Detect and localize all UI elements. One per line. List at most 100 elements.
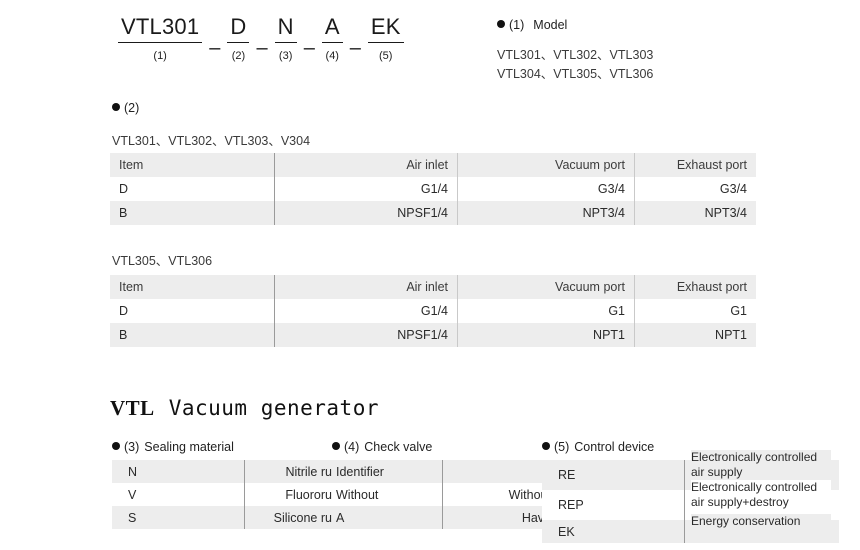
sealing-material-table: N Nitrile rubber V Fluororubber S Silico… xyxy=(112,460,365,529)
table-2-caption: VTL305、VTL306 xyxy=(112,254,213,268)
bullet-dot-icon xyxy=(332,442,340,450)
cell-vacuum-port: NPT3/4 xyxy=(457,201,635,225)
table-row: D G1/4 G3/4 G3/4 xyxy=(110,177,756,201)
code-segment-5-text: EK xyxy=(367,14,404,43)
code-separator-2: – xyxy=(256,37,268,59)
code-separator-3: – xyxy=(303,37,315,59)
cell-description-line-2: air supply xyxy=(691,465,831,480)
bullet-dot-icon xyxy=(542,442,550,450)
cell-description-line-1: Electronically controlled xyxy=(691,480,831,495)
part-number-row: VTL301 (1) – D (2) – N (3) – A (4) – EK … xyxy=(118,14,404,63)
table-row: S Silicone rubber xyxy=(112,506,365,529)
code-segment-2-text: D xyxy=(227,14,250,43)
table-row: B NPSF1/4 NPT3/4 NPT3/4 xyxy=(110,201,756,225)
cell-code: S xyxy=(112,506,245,529)
section-2-header: (2) xyxy=(112,101,148,115)
cell-item: B xyxy=(110,201,275,225)
cell-description-line-2: air supply+destroy xyxy=(691,495,831,510)
header-identifier: Identifier xyxy=(332,460,443,483)
page-title-prefix: VTL xyxy=(110,396,155,420)
cell-code: REP xyxy=(542,490,685,520)
code-segment-1: VTL301 (1) xyxy=(118,14,203,63)
part-number-code: VTL301 (1) – D (2) – N (3) – A (4) – EK … xyxy=(118,14,404,63)
option-4-index: (4) xyxy=(344,440,360,454)
option-group-control-device: (5) Control device RE Electronically con… xyxy=(542,440,839,543)
option-5-title: Control device xyxy=(574,440,655,454)
cell-item: B xyxy=(110,323,275,347)
code-separator-1: – xyxy=(209,37,221,59)
table-row: D G1/4 G1 G1 xyxy=(110,299,756,323)
header-item: Item xyxy=(110,153,275,177)
page-title-rest: Vacuum generator xyxy=(168,396,379,420)
table-row: A Have xyxy=(332,506,559,529)
cell-code: A xyxy=(332,506,443,529)
code-segment-3: N (3) xyxy=(274,14,297,63)
cell-vacuum-port: NPT1 xyxy=(457,323,635,347)
table-row: N Nitrile rubber xyxy=(112,460,365,483)
table-1-caption: VTL301、VTL302、VTL303、V304 xyxy=(112,134,311,148)
option-3-index: (3) xyxy=(124,440,140,454)
model-note-index: (1) xyxy=(509,18,525,32)
table-header-row: Item Air inlet Vacuum port Exhaust port xyxy=(110,275,756,299)
option-group-sealing-material: (3) Sealing material N Nitrile rubber V … xyxy=(112,440,365,529)
check-valve-table: Identifier Without Without A Have xyxy=(332,460,559,529)
table-header-row: Identifier xyxy=(332,460,559,483)
cell-vacuum-port: G3/4 xyxy=(457,177,635,201)
cell-code: Without xyxy=(332,483,443,506)
cell-vacuum-port: G1 xyxy=(457,299,635,323)
model-note: (1) Model VTL301、VTL302、VTL303 VTL304、VT… xyxy=(497,18,837,84)
header-item: Item xyxy=(110,275,275,299)
code-separator-4: – xyxy=(349,37,361,59)
cell-air-inlet: NPSF1/4 xyxy=(274,323,458,347)
section-2-index: (2) xyxy=(124,101,140,115)
table-row: Without Without xyxy=(332,483,559,506)
header-exhaust-port: Exhaust port xyxy=(634,275,756,299)
code-segment-4-text: A xyxy=(321,14,343,43)
port-spec-table-2: Item Air inlet Vacuum port Exhaust port … xyxy=(110,275,756,347)
cell-description: Energy conservation xyxy=(684,514,839,543)
code-segment-2: D (2) xyxy=(227,14,250,63)
table-row: B NPSF1/4 NPT1 NPT1 xyxy=(110,323,756,347)
code-segment-3-text: N xyxy=(274,14,297,43)
model-list-line-2: VTL304、VTL305、VTL306 xyxy=(497,67,654,81)
table-row: V Fluororubber xyxy=(112,483,365,506)
code-segment-3-index: (3) xyxy=(278,50,293,62)
cell-item: D xyxy=(110,177,275,201)
header-air-inlet: Air inlet xyxy=(274,275,458,299)
cell-air-inlet: G1/4 xyxy=(274,177,458,201)
code-segment-1-index: (1) xyxy=(153,50,167,62)
code-segment-4-index: (4) xyxy=(325,50,339,62)
model-note-header: (1) Model xyxy=(497,18,837,32)
cell-code: N xyxy=(112,460,245,483)
cell-exhaust-port: G3/4 xyxy=(634,177,756,201)
cell-exhaust-port: NPT3/4 xyxy=(634,201,756,225)
option-4-header: (4) Check valve xyxy=(332,440,559,454)
bullet-dot-icon xyxy=(112,442,120,450)
cell-exhaust-port: NPT1 xyxy=(634,323,756,347)
cell-code: V xyxy=(112,483,245,506)
cell-item: D xyxy=(110,299,275,323)
cell-description-line-1: Electronically controlled xyxy=(691,450,831,465)
code-segment-1-text: VTL301 xyxy=(118,14,203,43)
section-2-header-row: (2) xyxy=(112,101,148,115)
code-segment-4: A (4) xyxy=(321,14,343,63)
model-note-title: Model xyxy=(533,18,568,32)
control-device-table: RE Electronically controlled air supply … xyxy=(542,450,839,543)
cell-air-inlet: G1/4 xyxy=(274,299,458,323)
model-list: VTL301、VTL302、VTL303 VTL304、VTL305、VTL30… xyxy=(497,46,837,84)
cell-exhaust-port: G1 xyxy=(634,299,756,323)
port-spec-table-1: Item Air inlet Vacuum port Exhaust port … xyxy=(110,153,756,225)
option-3-title: Sealing material xyxy=(144,440,234,454)
code-segment-5: EK (5) xyxy=(367,14,404,63)
cell-description-line-1: Energy conservation xyxy=(691,514,831,529)
table-row: EK Energy conservation xyxy=(542,514,839,543)
bullet-dot-icon xyxy=(497,20,505,28)
cell-code: EK xyxy=(542,520,685,543)
header-exhaust-port: Exhaust port xyxy=(634,153,756,177)
header-vacuum-port: Vacuum port xyxy=(457,275,635,299)
cell-air-inlet: NPSF1/4 xyxy=(274,201,458,225)
bullet-dot-icon xyxy=(112,103,120,111)
option-5-index: (5) xyxy=(554,440,570,454)
option-4-title: Check valve xyxy=(364,440,433,454)
cell-code: RE xyxy=(542,460,685,490)
